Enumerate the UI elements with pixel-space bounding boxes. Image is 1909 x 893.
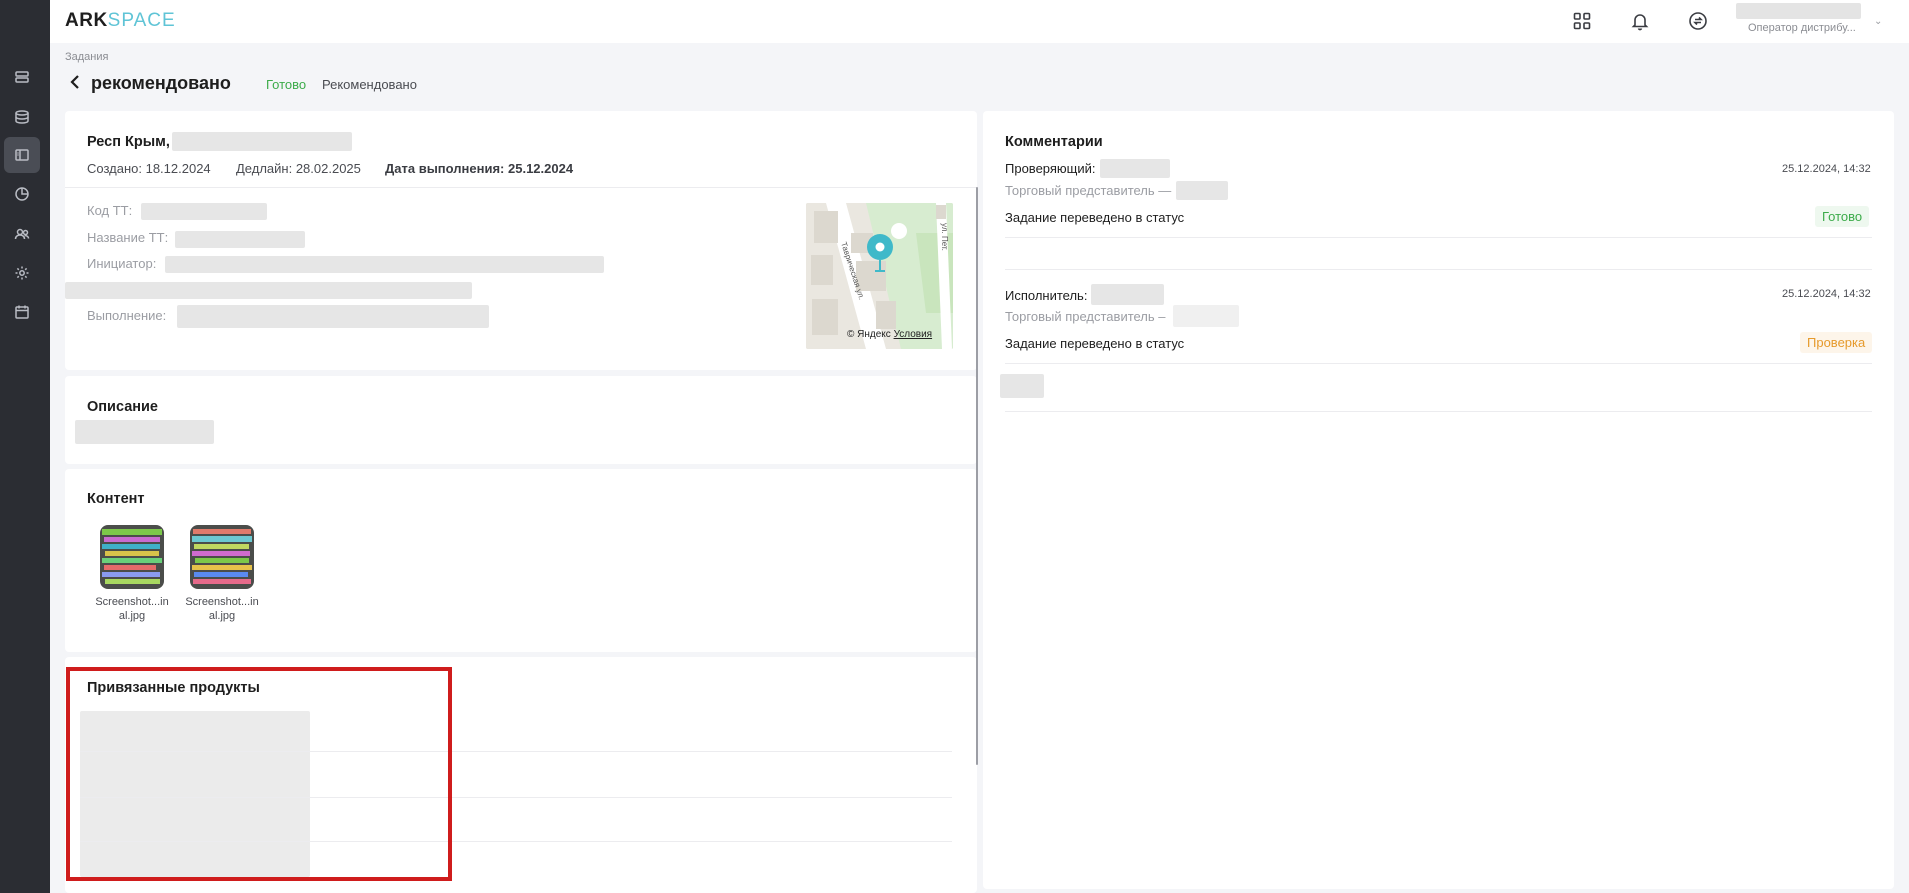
comment-author-role: Исполнитель: [1005,288,1088,303]
field-code-value [141,203,267,220]
deadline-date: Дедлайн: 28.02.2025 [236,161,361,176]
location-map[interactable]: Таврическая ул. ул. Пет. © Яндекс Услови… [806,203,953,349]
comment-author-sub: Торговый представитель — [1005,183,1172,198]
map-copyright: © Яндекс Условия [847,329,933,340]
field-name-label: Название ТТ: [87,230,169,245]
attachment-thumbnail[interactable] [190,525,254,589]
comment-time: 25.12.2024, 14:32 [1782,288,1871,300]
status-recommended: Рекомендовано [322,77,417,92]
comment-author-name [1100,159,1170,178]
user-role: Оператор дистрибу... [1748,22,1856,34]
app-logo[interactable]: ARKSPACE [65,10,176,32]
scrollbar[interactable] [976,187,978,765]
content-card: Контент Screenshot...in al.jpg Screensho… [65,469,977,652]
nav-chart-icon[interactable] [4,176,40,212]
nav-database-icon[interactable] [4,99,40,135]
comments-card: Комментарии Проверяющий: 25.12.2024, 14:… [983,111,1894,889]
divider [1005,237,1872,238]
comment-author-role: Проверяющий: [1005,161,1096,176]
completion-date: Дата выполнения: 25.12.2024 [385,161,574,176]
description-text [75,420,214,444]
status-current: Готово [266,77,307,92]
highlight-box [66,667,452,881]
nav-users-icon[interactable] [4,216,40,252]
field-code-label: Код ТТ: [87,203,133,218]
page-title: рекомендовано [91,73,231,93]
divider [1005,411,1872,412]
address-redacted [172,132,352,151]
attachment-filename[interactable]: Screenshot...in al.jpg [92,595,172,623]
description-title: Описание [87,399,158,415]
chevron-down-icon: ⌄ [1874,16,1883,27]
status-badge: Готово [1815,206,1870,227]
sync-icon[interactable] [1685,8,1711,34]
attachment-filename[interactable]: Screenshot...in al.jpg [182,595,262,623]
field-name-value [175,231,305,248]
apps-grid-icon[interactable] [1569,8,1595,34]
field-initiator-value [165,256,604,273]
comment-text: Задание переведено в статус [1005,210,1185,225]
field-execution-label: Выполнение: [87,308,167,323]
content-title: Контент [87,491,145,507]
user-name [1736,3,1861,19]
back-arrow-icon[interactable] [68,73,82,93]
comment-author-name [1091,284,1164,305]
comment-extra [1000,374,1044,398]
comment-sub-name [1176,181,1228,200]
svg-text:ул. Пет.: ул. Пет. [940,223,949,251]
comment-time: 25.12.2024, 14:32 [1782,163,1871,175]
map-tiles: Таврическая ул. ул. Пет. [806,203,953,349]
comment-sub-name [1173,305,1239,327]
created-date: Создано: 18.12.2024 [87,161,211,176]
comment-text: Задание переведено в статус [1005,336,1185,351]
divider [1005,363,1872,364]
top-bar: ARKSPACE Оператор дистрибу... ⌄ [50,0,1909,43]
field-extra-value [65,282,472,299]
divider [65,187,977,188]
comments-title: Комментарии [1005,134,1103,150]
field-initiator-label: Инициатор: [87,256,157,271]
map-terms-link[interactable]: Условия [894,329,933,340]
nav-settings-icon[interactable] [4,255,40,291]
bell-icon[interactable] [1627,8,1653,34]
status-badge: Проверка [1800,332,1873,353]
divider [1005,269,1872,270]
nav-tasks-icon[interactable] [4,137,40,173]
nav-list-icon[interactable] [4,59,40,95]
left-sidebar [0,0,50,893]
nav-calendar-icon[interactable] [4,294,40,330]
attachment-thumbnail[interactable] [100,525,164,589]
user-menu[interactable]: Оператор дистрибу... ⌄ [1736,2,1886,38]
comment-author-sub: Торговый представитель – [1005,309,1166,324]
task-address: Респ Крым, [87,134,170,150]
breadcrumb[interactable]: Задания [65,51,108,63]
description-card: Описание [65,376,977,464]
field-execution-value [177,305,489,328]
